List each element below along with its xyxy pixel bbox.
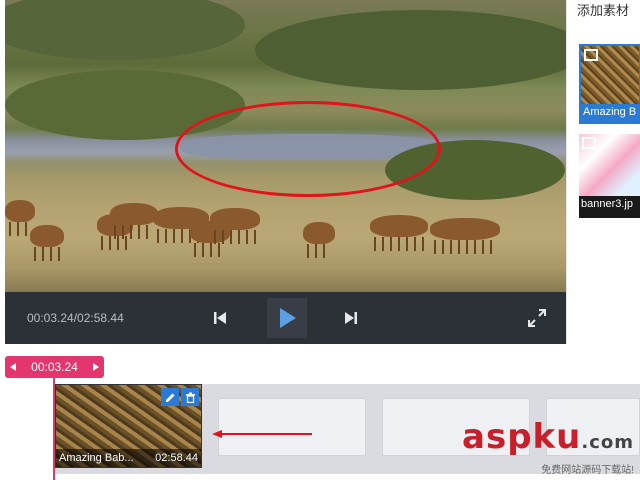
chevron-right-icon[interactable]	[93, 363, 99, 371]
antelope	[370, 215, 428, 251]
chevron-left-icon[interactable]	[10, 363, 16, 371]
skip-next-icon	[345, 312, 357, 324]
antelope	[110, 203, 158, 239]
pencil-icon	[165, 393, 174, 402]
antelope	[5, 200, 35, 236]
watermark-subtitle: 免费网站源码下载站!	[541, 465, 634, 476]
timeline-clip[interactable]: Amazing Bab... 02:58.44	[55, 384, 202, 468]
playhead-time: 00:03.24	[31, 360, 78, 374]
skip-previous-icon	[214, 312, 226, 324]
asset-item-video[interactable]: Amazing B	[579, 44, 640, 124]
play-icon	[280, 308, 296, 328]
image-icon	[582, 137, 596, 149]
play-button[interactable]	[267, 298, 307, 338]
fullscreen-icon	[528, 309, 546, 327]
tree-line	[5, 0, 245, 60]
empty-slot[interactable]	[218, 398, 366, 456]
timeline: Amazing Bab... 02:58.44 00:03.24 aspku.c…	[0, 344, 640, 480]
delete-clip-button[interactable]	[181, 388, 199, 406]
annotation-arrow	[212, 430, 312, 438]
video-preview[interactable]	[5, 0, 566, 292]
asset-label: Amazing B	[583, 106, 637, 118]
asset-sidebar: 添加素材 Amazing B banner3.jp	[566, 0, 640, 344]
antelope	[303, 222, 335, 258]
playhead-handle[interactable]: 00:03.24	[5, 356, 104, 378]
player-controls: 00:03.24/02:58.44	[5, 292, 566, 344]
asset-label: banner3.jp	[581, 198, 633, 210]
antelope	[210, 208, 260, 244]
fullscreen-button[interactable]	[517, 298, 557, 338]
antelope	[430, 218, 500, 254]
clip-duration: 02:58.44	[155, 452, 198, 464]
asset-item-image[interactable]: banner3.jp	[579, 134, 640, 218]
edit-clip-button[interactable]	[161, 388, 179, 406]
time-readout: 00:03.24/02:58.44	[27, 311, 124, 325]
antelope	[30, 225, 64, 261]
clip-name: Amazing Bab...	[59, 452, 134, 464]
watermark: aspku.com 免费网站源码下载站!	[462, 419, 634, 476]
skip-previous-button[interactable]	[200, 298, 240, 338]
clip-info: Amazing Bab... 02:58.44	[56, 449, 201, 467]
playhead-line[interactable]	[53, 378, 55, 480]
watermark-logo: aspku.com	[462, 417, 634, 457]
clip-tools	[161, 388, 199, 406]
add-assets-title: 添加素材	[577, 3, 630, 18]
skip-next-button[interactable]	[331, 298, 371, 338]
trash-icon	[185, 392, 195, 403]
video-icon	[584, 49, 598, 61]
video-editor: 00:03.24/02:58.44 添加素材 Amazing B banner3…	[0, 0, 640, 480]
tree-line	[255, 10, 566, 90]
highlight-circle	[175, 101, 441, 197]
